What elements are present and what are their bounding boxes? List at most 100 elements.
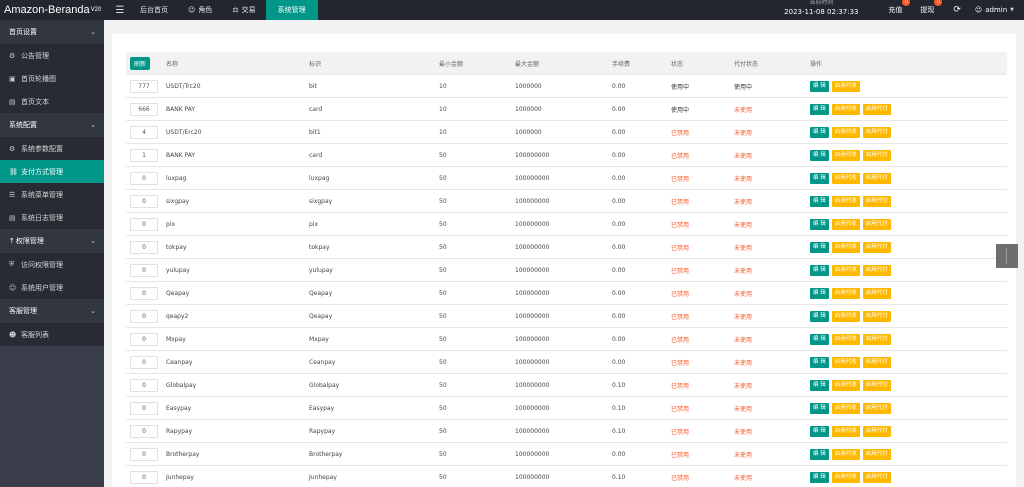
sort-input[interactable]: 0 bbox=[130, 332, 158, 346]
edit-button[interactable]: 编 辑 bbox=[810, 287, 829, 299]
withdraw-button[interactable]: 提现 0 bbox=[911, 0, 943, 15]
sidebar-item[interactable]: ⛓ 支付方式管理 bbox=[0, 160, 104, 183]
sort-input[interactable]: 0 bbox=[130, 401, 158, 415]
edit-button[interactable]: 编 辑 bbox=[810, 471, 829, 483]
sidebar-group[interactable]: 系统配置 ⌄ bbox=[0, 113, 104, 137]
user-menu[interactable]: ☺ admin ▼ bbox=[971, 6, 1024, 14]
enable-collect-button[interactable]: 启用代收 bbox=[831, 287, 860, 299]
enable-collect-button[interactable]: 启用代收 bbox=[831, 264, 860, 276]
sort-input[interactable]: 0 bbox=[130, 171, 158, 185]
enable-payout-button[interactable]: 启用代付 bbox=[862, 103, 891, 115]
enable-collect-button[interactable]: 启用代收 bbox=[831, 333, 860, 345]
sidebar-item[interactable]: ▤ 首页文本 bbox=[0, 90, 104, 113]
enable-payout-button[interactable]: 启用代付 bbox=[862, 264, 891, 276]
nav-home[interactable]: 后台首页 bbox=[130, 0, 178, 20]
enable-payout-button[interactable]: 启用代付 bbox=[862, 241, 891, 253]
enable-collect-button[interactable]: 启用代收 bbox=[831, 172, 860, 184]
max-amount-cell: 1000000 bbox=[515, 105, 542, 113]
edit-button[interactable]: 编 辑 bbox=[810, 218, 829, 230]
enable-collect-button[interactable]: 启用代收 bbox=[831, 149, 860, 161]
sort-input[interactable]: 0 bbox=[130, 447, 158, 461]
menu-toggle-icon[interactable]: ☰ bbox=[110, 5, 130, 16]
sidebar-item[interactable]: ☺ 系统用户管理 bbox=[0, 276, 104, 299]
enable-collect-button[interactable]: 启用代收 bbox=[831, 356, 860, 368]
enable-collect-button[interactable]: 启用代收 bbox=[831, 448, 860, 460]
sort-input[interactable]: 0 bbox=[130, 217, 158, 231]
sort-input[interactable]: 666 bbox=[130, 102, 158, 116]
enable-payout-button[interactable]: 启用代付 bbox=[862, 218, 891, 230]
sort-input[interactable]: 0 bbox=[130, 378, 158, 392]
refresh-icon[interactable]: ⟳ bbox=[943, 5, 971, 15]
edit-button[interactable]: 编 辑 bbox=[810, 448, 829, 460]
enable-payout-button[interactable]: 启用代付 bbox=[862, 195, 891, 207]
enable-payout-button[interactable]: 启用代付 bbox=[862, 126, 891, 138]
enable-payout-button[interactable]: 启用代付 bbox=[862, 149, 891, 161]
sort-input[interactable]: 0 bbox=[130, 240, 158, 254]
sort-input[interactable]: 0 bbox=[130, 309, 158, 323]
scroll-handle[interactable] bbox=[996, 244, 1018, 268]
enable-payout-button[interactable]: 启用代付 bbox=[862, 402, 891, 414]
nav-role[interactable]: ☺ 角色 bbox=[178, 0, 222, 20]
enable-payout-button[interactable]: 启用代付 bbox=[862, 287, 891, 299]
enable-payout-button[interactable]: 启用代付 bbox=[862, 379, 891, 391]
sidebar-item[interactable]: ▣ 首页轮播图 bbox=[0, 67, 104, 90]
sort-cell: 0 bbox=[126, 355, 166, 369]
sidebar-item[interactable]: ☻ 客服列表 bbox=[0, 323, 104, 346]
enable-payout-button[interactable]: 启用代付 bbox=[862, 333, 891, 345]
sort-input[interactable]: 0 bbox=[130, 470, 158, 484]
payout-status-cell: 未使用 bbox=[734, 336, 753, 344]
enable-payout-button[interactable]: 启用代付 bbox=[862, 448, 891, 460]
sort-input[interactable]: 0 bbox=[130, 355, 158, 369]
sidebar-item[interactable]: ▤ 系统日志管理 bbox=[0, 206, 104, 229]
sidebar-item[interactable]: ⚙ 公告管理 bbox=[0, 44, 104, 67]
enable-payout-button[interactable]: 启用代付 bbox=[862, 356, 891, 368]
sidebar-group[interactable]: 客服管理 ⌄ bbox=[0, 299, 104, 323]
sort-input[interactable]: 0 bbox=[130, 194, 158, 208]
enable-collect-button[interactable]: 启用代收 bbox=[831, 126, 860, 138]
edit-button[interactable]: 编 辑 bbox=[810, 356, 829, 368]
enable-collect-button[interactable]: 启用代收 bbox=[831, 379, 860, 391]
nav-trade[interactable]: ⚖ 交易 bbox=[222, 0, 265, 20]
enable-payout-button[interactable]: 启用代付 bbox=[862, 310, 891, 322]
edit-button[interactable]: 编 辑 bbox=[810, 402, 829, 414]
edit-button[interactable]: 编 辑 bbox=[810, 149, 829, 161]
sidebar-group[interactable]: ↑权限管理 ⌄ bbox=[0, 229, 104, 253]
sidebar-item[interactable]: ☰ 系统菜单管理 bbox=[0, 183, 104, 206]
edit-button[interactable]: 编 辑 bbox=[810, 80, 829, 92]
enable-collect-button[interactable]: 启用代收 bbox=[831, 471, 860, 483]
edit-button[interactable]: 编 辑 bbox=[810, 264, 829, 276]
edit-button[interactable]: 编 辑 bbox=[810, 195, 829, 207]
sidebar-item[interactable]: ⚙ 系统参数配置 bbox=[0, 137, 104, 160]
sort-input[interactable]: 4 bbox=[130, 125, 158, 139]
sort-input[interactable]: 0 bbox=[130, 263, 158, 277]
edit-button[interactable]: 编 辑 bbox=[810, 103, 829, 115]
enable-collect-button[interactable]: 启用代收 bbox=[831, 218, 860, 230]
sidebar-group[interactable]: 首页设置 ⌄ bbox=[0, 20, 104, 44]
enable-collect-button[interactable]: 启用代收 bbox=[831, 310, 860, 322]
enable-payout-button[interactable]: 启用代付 bbox=[862, 172, 891, 184]
edit-button[interactable]: 编 辑 bbox=[810, 425, 829, 437]
enable-collect-button[interactable]: 启用代收 bbox=[831, 195, 860, 207]
edit-button[interactable]: 编 辑 bbox=[810, 241, 829, 253]
edit-button[interactable]: 编 辑 bbox=[810, 379, 829, 391]
enable-collect-button[interactable]: 启用代收 bbox=[831, 425, 860, 437]
sidebar-item[interactable]: ⛨ 访问权限管理 bbox=[0, 253, 104, 276]
nav-system[interactable]: 系统管理 bbox=[265, 0, 318, 20]
edit-button[interactable]: 编 辑 bbox=[810, 126, 829, 138]
enable-collect-button[interactable]: 启用代收 bbox=[831, 103, 860, 115]
edit-button[interactable]: 编 辑 bbox=[810, 333, 829, 345]
edit-button[interactable]: 编 辑 bbox=[810, 172, 829, 184]
enable-payout-button[interactable]: 启用代付 bbox=[862, 471, 891, 483]
sort-input[interactable]: 0 bbox=[130, 286, 158, 300]
enable-collect-button[interactable]: 启用代收 bbox=[831, 80, 860, 92]
app-brand[interactable]: Amazon-Beranda V20 bbox=[0, 0, 110, 20]
enable-collect-button[interactable]: 启用代收 bbox=[831, 241, 860, 253]
sort-input[interactable]: 0 bbox=[130, 424, 158, 438]
recharge-button[interactable]: 充值 0 bbox=[879, 0, 911, 15]
sort-input[interactable]: 1 bbox=[130, 148, 158, 162]
table-refresh-button[interactable]: 刷新 bbox=[130, 56, 151, 70]
enable-payout-button[interactable]: 启用代付 bbox=[862, 425, 891, 437]
enable-collect-button[interactable]: 启用代收 bbox=[831, 402, 860, 414]
edit-button[interactable]: 编 辑 bbox=[810, 310, 829, 322]
sort-input[interactable]: 777 bbox=[130, 79, 158, 93]
